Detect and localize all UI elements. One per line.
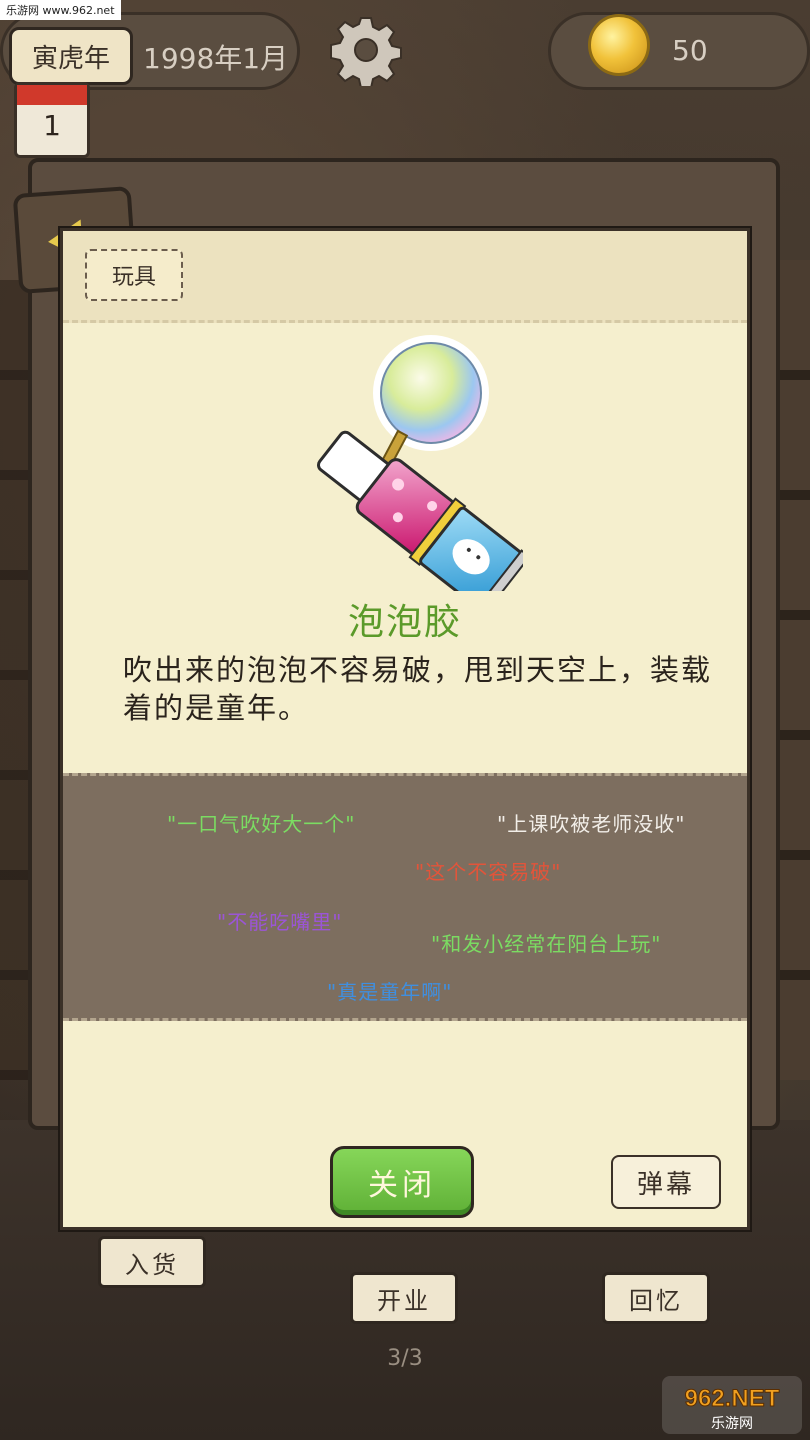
danmaku-toggle-button[interactable]: 弹幕 [611, 1155, 721, 1209]
danmaku-comment: "不能吃嘴里" [217, 910, 343, 934]
item-description: 吹出来的泡泡不容易破，甩到天空上，装载着的是童年。 [123, 653, 713, 725]
close-button[interactable]: 关闭 [330, 1146, 474, 1218]
coin-icon [588, 14, 650, 76]
memory-button[interactable]: 回忆 [602, 1272, 710, 1324]
item-name: 泡泡胶 [347, 602, 462, 643]
calendar-day: 1 [43, 109, 61, 142]
category-tag: 玩具 [85, 249, 183, 301]
svg-text:乐游网: 乐游网 [711, 1416, 753, 1432]
calendar-icon[interactable]: 1 [14, 82, 90, 158]
coin-count: 50 [672, 34, 708, 67]
item-detail-card: 玩具 泡泡胶 吹出来的泡泡不容易破，甩到天空上，装载着的是童年。 "一口气吹好大… [60, 228, 750, 1230]
danmaku-comment: "上课吹被老师没收" [497, 812, 686, 836]
stock-button[interactable]: 入货 [98, 1236, 206, 1288]
danmaku-comment: "和发小经常在阳台上玩" [431, 932, 662, 956]
svg-text:962.NET: 962.NET [685, 1385, 780, 1412]
page-indicator: 3/3 [387, 1346, 423, 1371]
settings-gear-icon[interactable] [330, 14, 402, 86]
danmaku-comment-area: "一口气吹好大一个" "上课吹被老师没收" "这个不容易破" "不能吃嘴里" "… [63, 773, 747, 1021]
date-text: 1998年1月 [143, 42, 289, 75]
bubble-glue-item-icon [316, 335, 523, 591]
site-watermark: 乐游网 www.962.net [0, 0, 121, 20]
year-label: 寅虎年 [9, 27, 133, 85]
danmaku-comment: "真是童年啊" [327, 980, 453, 1004]
card-header: 玩具 [63, 231, 747, 323]
open-shop-button[interactable]: 开业 [350, 1272, 458, 1324]
date-panel: 寅虎年 1998年1月 [0, 12, 300, 90]
site-logo-watermark: 962.NET 乐游网 [662, 1376, 802, 1434]
danmaku-comment: "一口气吹好大一个" [167, 812, 356, 836]
danmaku-comment: "这个不容易破" [415, 860, 562, 884]
